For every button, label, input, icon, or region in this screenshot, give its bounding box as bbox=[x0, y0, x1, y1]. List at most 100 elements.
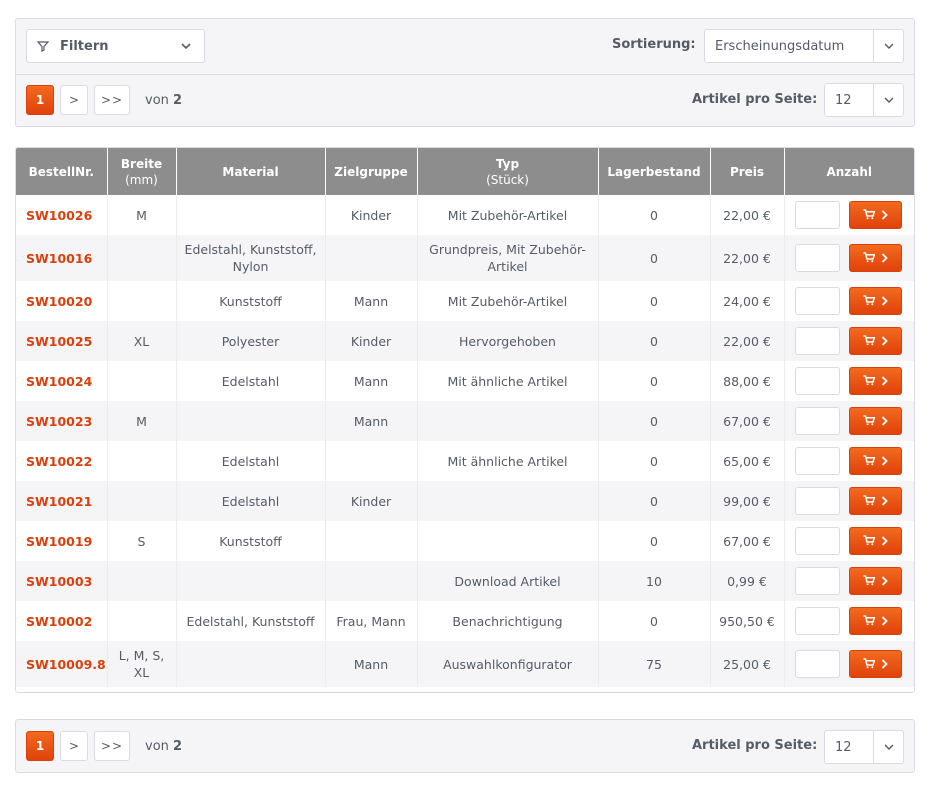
pagination-panel-bottom: 1 > >> von 2 Artikel pro Seite: 12 bbox=[15, 719, 915, 773]
add-to-cart-button[interactable] bbox=[848, 287, 902, 315]
col-header-typ[interactable]: Typ (Stück) bbox=[417, 148, 599, 195]
ordernr-cell[interactable]: SW10026 bbox=[16, 195, 108, 235]
lagerbestand-cell: 75 bbox=[598, 641, 711, 687]
chevron-right-icon bbox=[881, 207, 888, 224]
lagerbestand-cell: 10 bbox=[598, 561, 711, 601]
breite-cell bbox=[107, 361, 177, 401]
next-page-button[interactable]: > bbox=[60, 731, 88, 761]
chevron-right-icon bbox=[881, 573, 888, 590]
quantity-cell bbox=[784, 641, 914, 687]
add-to-cart-button[interactable] bbox=[848, 447, 902, 475]
breite-cell: S bbox=[107, 521, 177, 561]
sort-label: Sortierung: bbox=[612, 37, 696, 52]
last-page-button[interactable]: >> bbox=[94, 85, 130, 115]
quantity-input[interactable] bbox=[794, 567, 840, 595]
quantity-input[interactable] bbox=[794, 407, 840, 435]
ordernr-cell[interactable]: SW10009.8 bbox=[16, 641, 108, 687]
product-table: BestellNr. Breite (mm) Material Zielgrupp… bbox=[15, 147, 915, 693]
next-page-button[interactable]: > bbox=[60, 85, 88, 115]
zielgruppe-cell: Kinder bbox=[325, 481, 418, 521]
pagination-top: 1 > >> von 2 bbox=[26, 85, 182, 115]
quantity-input[interactable] bbox=[794, 287, 840, 315]
price-cell: 67,00 € bbox=[710, 401, 785, 441]
lagerbestand-cell: 0 bbox=[598, 321, 711, 361]
ordernr-cell[interactable]: SW10020 bbox=[16, 281, 108, 321]
page-button-current[interactable]: 1 bbox=[26, 731, 54, 761]
sort-select[interactable]: Erscheinungsdatum bbox=[704, 29, 904, 63]
quantity-input[interactable] bbox=[794, 487, 840, 515]
col-header-ordernr[interactable]: BestellNr. bbox=[16, 148, 108, 195]
quantity-input[interactable] bbox=[794, 447, 840, 475]
typ-cell: Benachrichtigung bbox=[417, 601, 599, 641]
ordernr-cell[interactable]: SW10022 bbox=[16, 441, 108, 481]
per-page-select[interactable]: 12 bbox=[824, 730, 904, 764]
ordernr-cell[interactable]: SW10002 bbox=[16, 601, 108, 641]
typ-cell bbox=[417, 481, 599, 521]
table-row: SW10026 M Kinder Mit Zubehör-Artikel 0 22,00 … bbox=[16, 195, 914, 235]
zielgruppe-cell bbox=[325, 235, 418, 281]
col-header-zielgruppe[interactable]: Zielgruppe bbox=[325, 148, 418, 195]
add-to-cart-button[interactable] bbox=[848, 367, 902, 395]
price-cell: 67,00 € bbox=[710, 521, 785, 561]
add-to-cart-button[interactable] bbox=[848, 650, 902, 678]
quantity-input[interactable] bbox=[794, 327, 840, 355]
quantity-input[interactable] bbox=[794, 367, 840, 395]
chevron-right-icon bbox=[881, 613, 888, 630]
sort-value: Erscheinungsdatum bbox=[715, 38, 845, 54]
add-to-cart-button[interactable] bbox=[848, 407, 902, 435]
ordernr-cell[interactable]: SW10019 bbox=[16, 521, 108, 561]
quantity-cell bbox=[784, 235, 914, 281]
add-to-cart-button[interactable] bbox=[848, 607, 902, 635]
quantity-input[interactable] bbox=[794, 201, 840, 229]
table-header-row: BestellNr. Breite (mm) Material Zielgrupp… bbox=[16, 148, 914, 195]
table-row: SW10022 Edelstahl Mit ähnliche Artikel 0 65,… bbox=[16, 441, 914, 481]
ordernr-cell[interactable]: SW10024 bbox=[16, 361, 108, 401]
last-page-button[interactable]: >> bbox=[94, 731, 130, 761]
add-to-cart-button[interactable] bbox=[848, 567, 902, 595]
col-header-anzahl: Anzahl bbox=[784, 148, 914, 195]
quantity-input[interactable] bbox=[794, 650, 840, 678]
cart-icon bbox=[863, 413, 875, 430]
quantity-input[interactable] bbox=[794, 527, 840, 555]
quantity-cell bbox=[784, 361, 914, 401]
zielgruppe-cell: Kinder bbox=[325, 321, 418, 361]
filter-button[interactable]: Filtern bbox=[26, 29, 205, 63]
cart-icon bbox=[863, 373, 875, 390]
ordernr-cell[interactable]: SW10021 bbox=[16, 481, 108, 521]
price-cell: 950,50 € bbox=[710, 601, 785, 641]
material-cell: Polyester bbox=[176, 321, 326, 361]
typ-cell: Hervorgehoben bbox=[417, 321, 599, 361]
page-button-current[interactable]: 1 bbox=[26, 85, 54, 115]
zielgruppe-cell bbox=[325, 521, 418, 561]
quantity-input[interactable] bbox=[794, 607, 840, 635]
per-page-select[interactable]: 12 bbox=[824, 83, 904, 117]
quantity-input[interactable] bbox=[794, 244, 840, 272]
add-to-cart-button[interactable] bbox=[848, 201, 902, 229]
material-cell: Edelstahl, Kunststoff bbox=[176, 601, 326, 641]
chevron-right-icon bbox=[881, 533, 888, 550]
ordernr-cell[interactable]: SW10023 bbox=[16, 401, 108, 441]
lagerbestand-cell: 0 bbox=[598, 601, 711, 641]
chevron-right-icon bbox=[881, 333, 888, 350]
col-header-preis[interactable]: Preis bbox=[710, 148, 785, 195]
chevron-down-icon bbox=[873, 731, 903, 763]
pagination-bottom: 1 > >> von 2 bbox=[26, 731, 182, 761]
lagerbestand-cell: 0 bbox=[598, 401, 711, 441]
ordernr-cell[interactable]: SW10003 bbox=[16, 561, 108, 601]
price-cell: 22,00 € bbox=[710, 321, 785, 361]
add-to-cart-button[interactable] bbox=[848, 527, 902, 555]
cart-icon bbox=[863, 293, 875, 310]
add-to-cart-button[interactable] bbox=[848, 327, 902, 355]
add-to-cart-button[interactable] bbox=[848, 487, 902, 515]
add-to-cart-button[interactable] bbox=[848, 244, 902, 272]
price-cell: 65,00 € bbox=[710, 441, 785, 481]
col-header-lagerbestand[interactable]: Lagerbestand bbox=[598, 148, 711, 195]
table-row: SW10016 Edelstahl, Kunststoff, Nylon Grund… bbox=[16, 235, 914, 281]
typ-cell: Grundpreis, Mit Zubehör-Artikel bbox=[417, 235, 599, 281]
col-header-material[interactable]: Material bbox=[176, 148, 326, 195]
breite-cell: M bbox=[107, 401, 177, 441]
ordernr-cell[interactable]: SW10016 bbox=[16, 235, 108, 281]
col-header-breite[interactable]: Breite (mm) bbox=[107, 148, 177, 195]
ordernr-cell[interactable]: SW10025 bbox=[16, 321, 108, 361]
chevron-down-icon bbox=[873, 84, 903, 116]
